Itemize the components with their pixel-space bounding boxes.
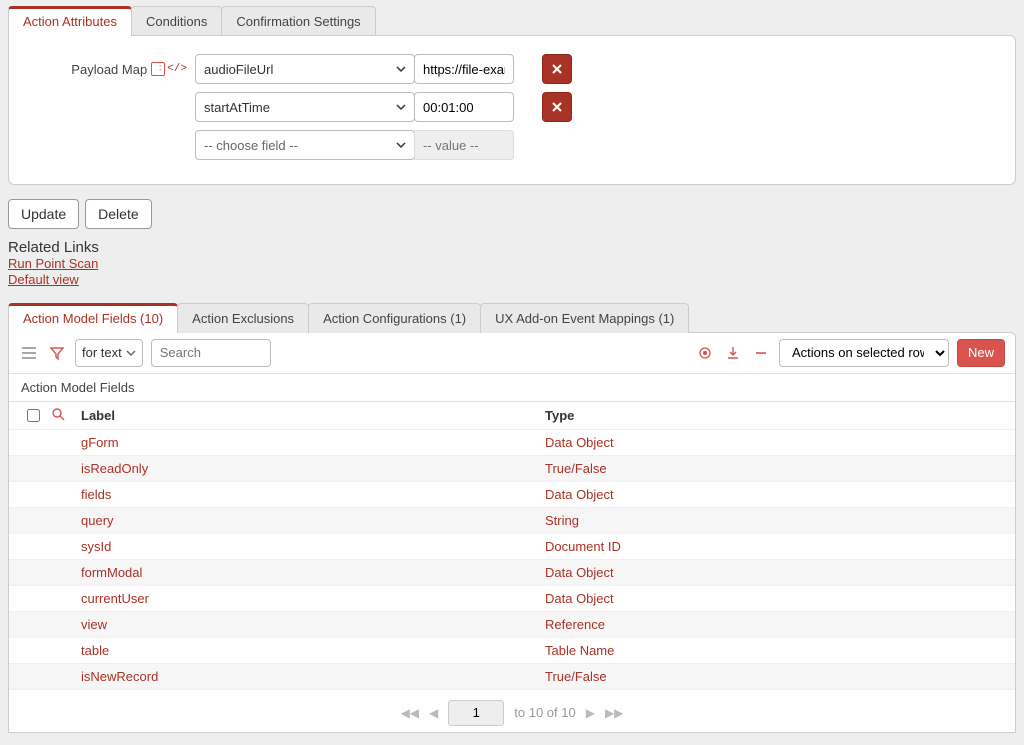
row-type-link[interactable]: Data Object: [545, 591, 614, 606]
column-search-icon[interactable]: [51, 407, 65, 421]
page-number-input[interactable]: [448, 700, 504, 726]
table-row: fields Data Object: [9, 482, 1015, 508]
new-button[interactable]: New: [957, 339, 1005, 367]
row-label-link[interactable]: view: [81, 617, 107, 632]
related-lists-tabs: Action Model Fields (10) Action Exclusio…: [8, 303, 1016, 333]
tab-conditions[interactable]: Conditions: [131, 6, 222, 36]
row-type-link[interactable]: String: [545, 513, 579, 528]
payload-value-input-1[interactable]: [414, 92, 514, 122]
close-icon: [551, 63, 563, 75]
list-search-input[interactable]: [151, 339, 271, 367]
payload-field-select-0[interactable]: audioFileUrl: [195, 54, 415, 84]
link-run-point-scan[interactable]: Run Point Scan: [8, 256, 1016, 272]
payload-code-icon[interactable]: </>: [167, 63, 187, 75]
payload-map-label: Payload Map </>: [25, 62, 195, 77]
first-page-icon[interactable]: ◀◀: [401, 706, 419, 720]
chevron-down-icon: [396, 64, 406, 74]
row-label-link[interactable]: gForm: [81, 435, 119, 450]
chevron-down-icon: [396, 102, 406, 112]
payload-tree-icon[interactable]: [151, 62, 165, 76]
table-header: Label Type: [9, 402, 1015, 430]
personalize-columns-icon[interactable]: [695, 343, 715, 363]
row-label-link[interactable]: table: [81, 643, 109, 658]
payload-field-select-1[interactable]: startAtTime: [195, 92, 415, 122]
col-label[interactable]: Label: [81, 408, 545, 423]
bulk-actions-select[interactable]: Actions on selected rows...: [779, 339, 949, 367]
payload-field-select-new[interactable]: -- choose field --: [195, 130, 415, 160]
table-row: sysId Document ID: [9, 534, 1015, 560]
list-toolbar: for text Actions on selected rows... New: [9, 333, 1015, 374]
collapse-icon[interactable]: [751, 343, 771, 363]
table-row: isNewRecord True/False: [9, 664, 1015, 690]
row-label-link[interactable]: isReadOnly: [81, 461, 148, 476]
action-model-fields-list: for text Actions on selected rows... New…: [8, 332, 1016, 733]
row-label-link[interactable]: formModal: [81, 565, 142, 580]
payload-value-input-0[interactable]: [414, 54, 514, 84]
chevron-down-icon: [396, 140, 406, 150]
top-tab-strip: Action Attributes Conditions Confirmatio…: [8, 6, 1016, 36]
list-title: Action Model Fields: [9, 374, 1015, 402]
row-type-link[interactable]: Reference: [545, 617, 605, 632]
tab-action-exclusions[interactable]: Action Exclusions: [177, 303, 309, 333]
next-page-icon[interactable]: ▶: [586, 706, 595, 720]
page-range-text: to 10 of 10: [514, 705, 575, 720]
row-label-link[interactable]: query: [81, 513, 114, 528]
payload-delete-row-1[interactable]: [542, 92, 572, 122]
row-type-link[interactable]: True/False: [545, 669, 607, 684]
table-row: currentUser Data Object: [9, 586, 1015, 612]
list-menu-icon[interactable]: [19, 343, 39, 363]
row-label-link[interactable]: fields: [81, 487, 111, 502]
action-attributes-panel: Payload Map </> audioFileUrl startAtTime: [8, 35, 1016, 185]
search-mode-select[interactable]: for text: [75, 339, 143, 367]
tab-action-attributes[interactable]: Action Attributes: [8, 6, 132, 36]
table-row: query String: [9, 508, 1015, 534]
row-type-link[interactable]: Table Name: [545, 643, 614, 658]
related-links-title: Related Links: [8, 239, 1016, 256]
payload-delete-row-0[interactable]: [542, 54, 572, 84]
select-all-checkbox[interactable]: [27, 409, 40, 422]
update-button[interactable]: Update: [8, 199, 79, 229]
last-page-icon[interactable]: ▶▶: [605, 706, 623, 720]
paginator: ◀◀ ◀ to 10 of 10 ▶ ▶▶: [9, 690, 1015, 732]
row-type-link[interactable]: Document ID: [545, 539, 621, 554]
table-row: formModal Data Object: [9, 560, 1015, 586]
table-row: isReadOnly True/False: [9, 456, 1015, 482]
table-row: gForm Data Object: [9, 430, 1015, 456]
col-type[interactable]: Type: [545, 408, 1009, 423]
filter-icon[interactable]: [47, 343, 67, 363]
row-type-link[interactable]: True/False: [545, 461, 607, 476]
tab-confirmation-settings[interactable]: Confirmation Settings: [221, 6, 375, 36]
link-default-view[interactable]: Default view: [8, 272, 1016, 288]
row-type-link[interactable]: Data Object: [545, 435, 614, 450]
export-icon[interactable]: [723, 343, 743, 363]
row-label-link[interactable]: sysId: [81, 539, 111, 554]
close-icon: [551, 101, 563, 113]
tab-action-configurations[interactable]: Action Configurations (1): [308, 303, 481, 333]
table-row: table Table Name: [9, 638, 1015, 664]
delete-button[interactable]: Delete: [85, 199, 151, 229]
table-row: view Reference: [9, 612, 1015, 638]
row-label-link[interactable]: isNewRecord: [81, 669, 158, 684]
tab-action-model-fields[interactable]: Action Model Fields (10): [8, 303, 178, 333]
payload-value-placeholder: -- value --: [414, 130, 514, 160]
row-type-link[interactable]: Data Object: [545, 487, 614, 502]
row-type-link[interactable]: Data Object: [545, 565, 614, 580]
prev-page-icon[interactable]: ◀: [429, 706, 438, 720]
row-label-link[interactable]: currentUser: [81, 591, 149, 606]
tab-ux-addon-event-mappings[interactable]: UX Add-on Event Mappings (1): [480, 303, 689, 333]
chevron-down-icon: [126, 348, 136, 358]
